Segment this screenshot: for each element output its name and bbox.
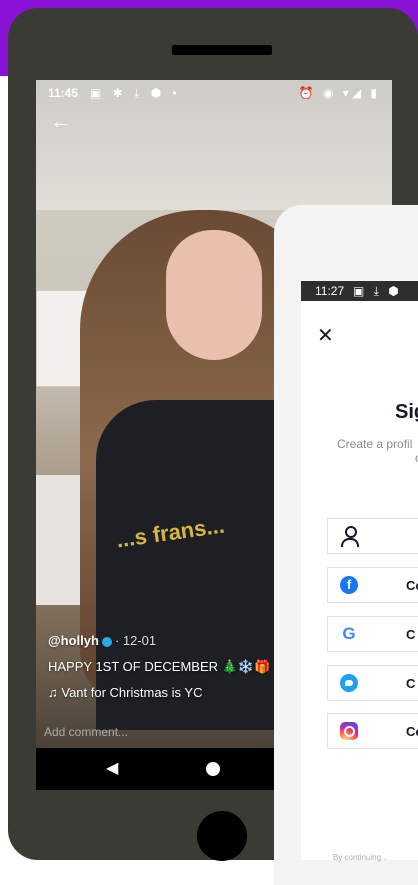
music-note-icon: ♫ bbox=[48, 685, 58, 700]
status-system-icons: ⏰ ◉ ▾◢ ▮ bbox=[298, 86, 380, 100]
terms-footer: By continuing... bbox=[333, 853, 388, 862]
back-arrow-icon[interactable]: ← bbox=[50, 110, 72, 132]
close-icon[interactable]: ✕ bbox=[317, 323, 334, 348]
signup-subtitle: Create a profil c bbox=[337, 437, 418, 465]
signup-option-phone-email[interactable] bbox=[327, 518, 418, 554]
comment-input[interactable]: Add comment... bbox=[44, 720, 304, 744]
person-icon-body bbox=[341, 538, 359, 547]
signup-option-label: C bbox=[406, 627, 416, 642]
signup-option-label: Co bbox=[406, 578, 418, 593]
signup-option-facebook[interactable]: f Co bbox=[327, 567, 418, 603]
phone-speaker bbox=[172, 45, 272, 55]
signup-sheet: ✕ Sig Create a profil c f Co G C C Co By… bbox=[301, 301, 418, 862]
status-time: 11:45 bbox=[48, 86, 79, 100]
signup-option-twitter[interactable]: C bbox=[327, 665, 418, 701]
signup-option-google[interactable]: G C bbox=[327, 616, 418, 652]
nav-home-icon[interactable] bbox=[206, 762, 220, 776]
signup-subtitle-line1: Create a profil bbox=[337, 437, 413, 451]
twitter-icon bbox=[340, 674, 358, 692]
google-icon: G bbox=[342, 624, 356, 643]
status-notification-icons: ▣ ✱ ⤓ ⬢ • bbox=[90, 86, 181, 100]
status-bar: 11:45 ▣ ✱ ⤓ ⬢ • ⏰ ◉ ▾◢ ▮ bbox=[48, 86, 380, 102]
video-person-face bbox=[166, 230, 262, 360]
verified-badge-icon bbox=[101, 636, 112, 647]
facebook-icon: f bbox=[340, 576, 358, 594]
instagram-icon bbox=[340, 722, 358, 740]
nav-back-icon[interactable]: ◀ bbox=[106, 758, 118, 778]
caption-username[interactable]: @hollyh bbox=[48, 633, 99, 648]
signup-option-label: Co bbox=[406, 724, 418, 739]
caption-date: · 12-01 bbox=[114, 633, 157, 648]
signup-option-instagram[interactable]: Co bbox=[327, 713, 418, 749]
signup-title: Sig bbox=[395, 401, 418, 423]
phone-home-button[interactable] bbox=[197, 811, 247, 861]
front-status-bar: 11:27 ▣ ⤓ ⬢ ◎ bbox=[301, 281, 418, 318]
person-icon bbox=[345, 526, 357, 538]
signup-option-label: C bbox=[406, 676, 416, 691]
front-status-time: 11:27 bbox=[315, 284, 345, 298]
music-title[interactable]: Vant for Christmas is YC bbox=[61, 685, 202, 700]
